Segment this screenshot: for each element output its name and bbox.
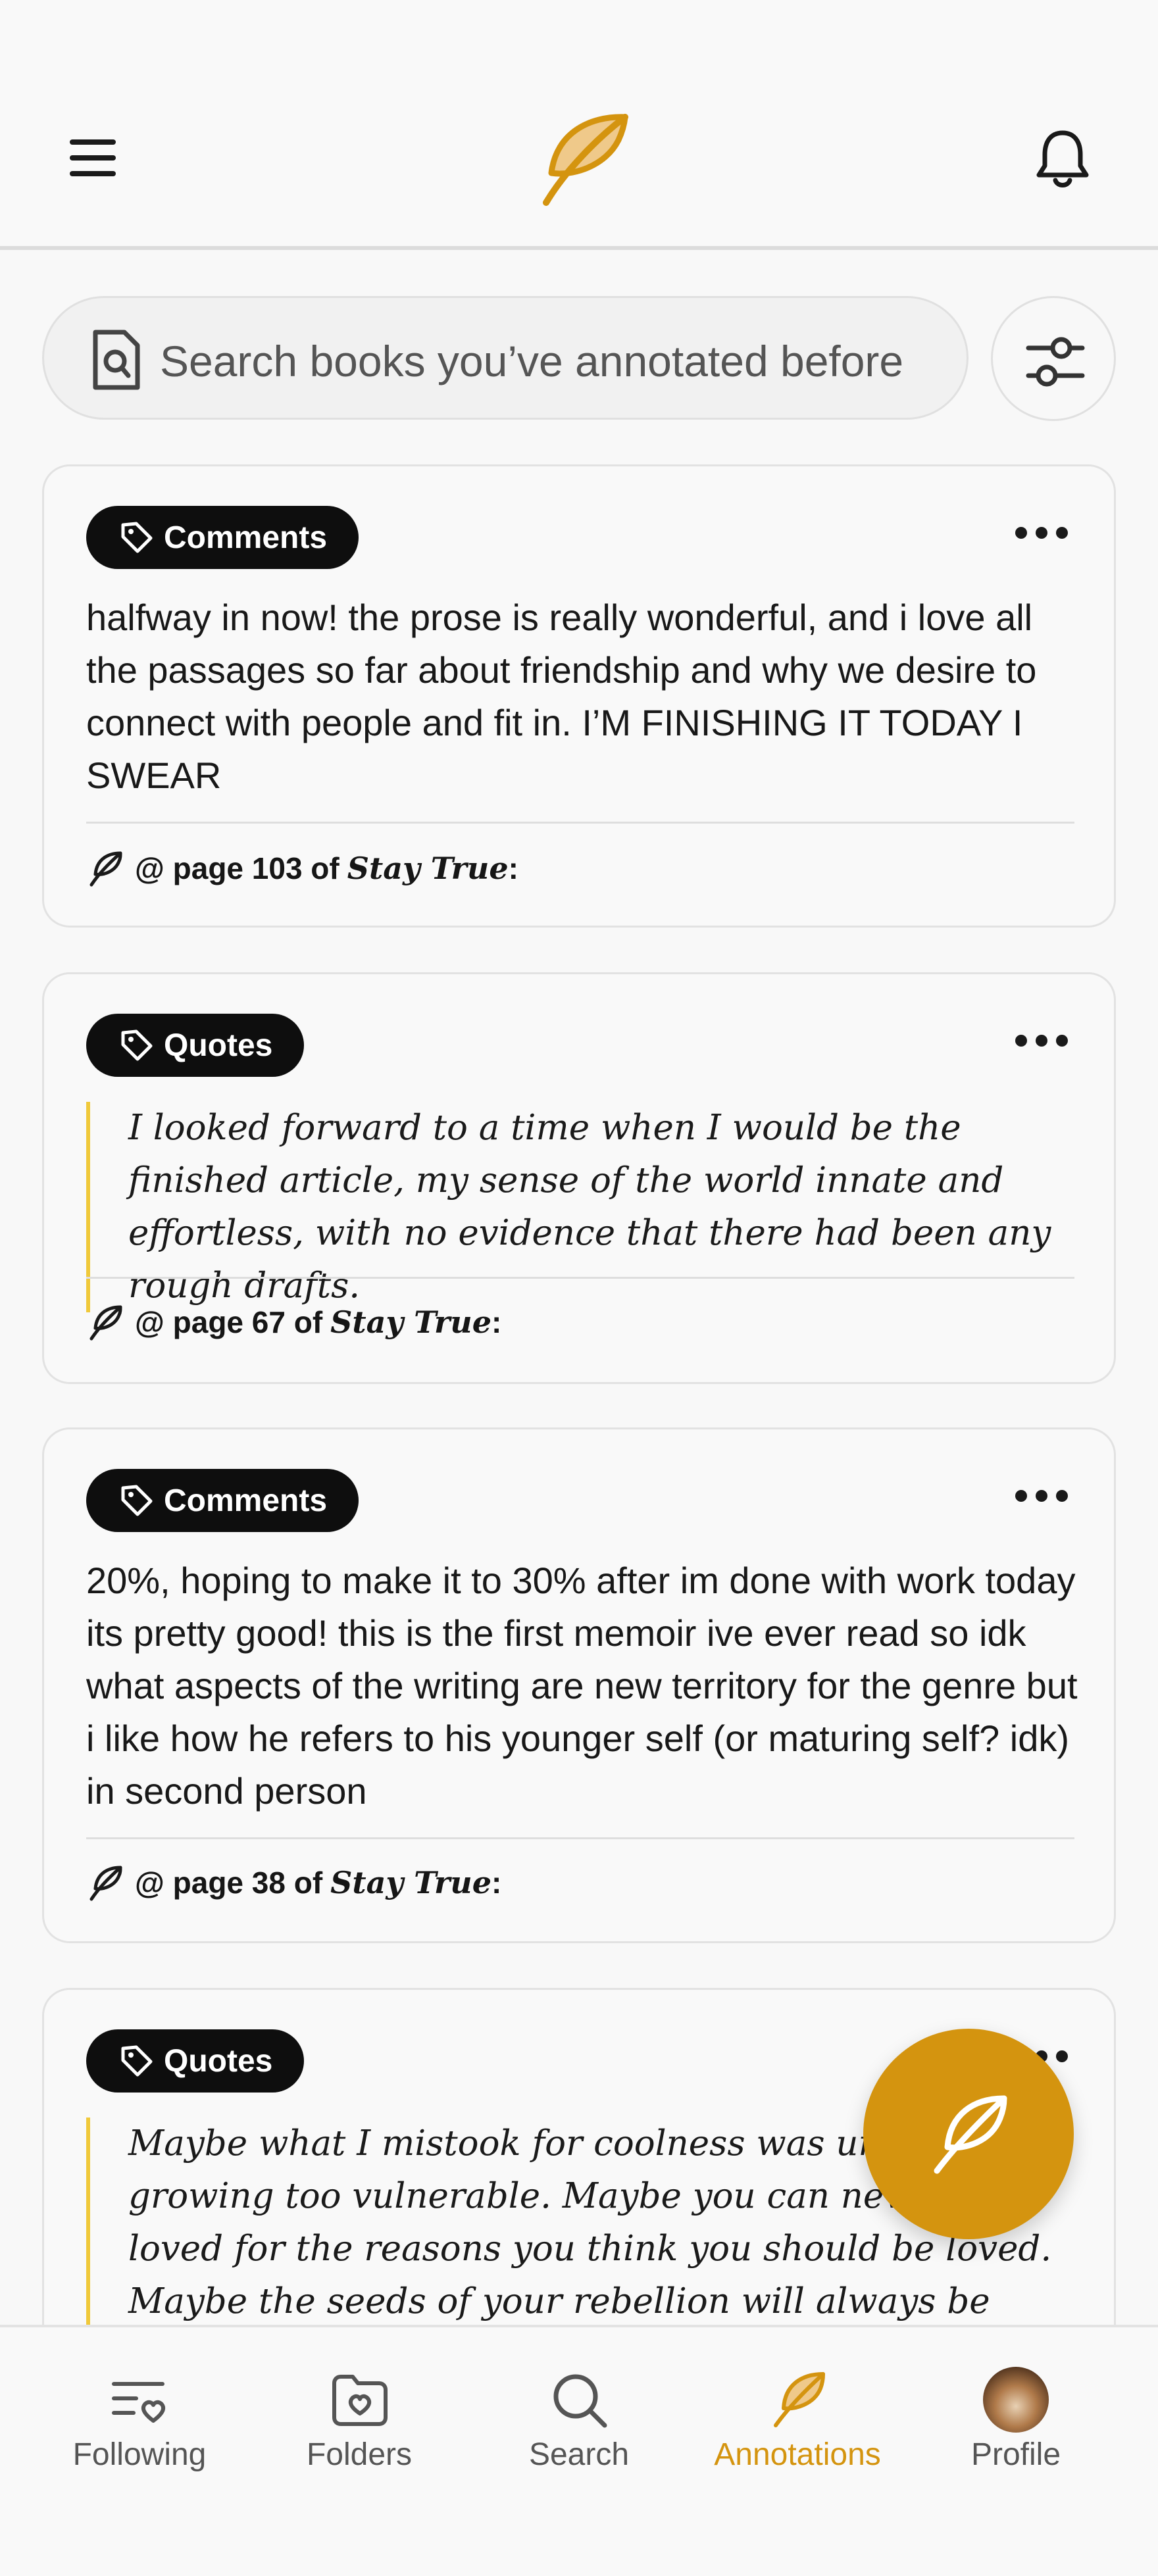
- tag-label: Comments: [164, 520, 328, 555]
- bell-icon[interactable]: [1033, 125, 1092, 191]
- annotation-text: halfway in now! the prose is really wond…: [86, 597, 1037, 796]
- feather-icon: [705, 2367, 890, 2433]
- search-input[interactable]: Search books you’ve annotated before: [160, 336, 903, 386]
- annotation-card[interactable]: Quotes I looked forward to a time when I…: [42, 972, 1116, 1384]
- book-title[interactable]: Stay True: [330, 1304, 491, 1340]
- nav-label: Folders: [306, 2437, 413, 2472]
- hamburger-icon[interactable]: [66, 132, 118, 184]
- feather-icon: [89, 1866, 122, 1901]
- avatar: [983, 2367, 1049, 2433]
- annotation-source[interactable]: @ page 67 of Stay True :: [86, 1303, 501, 1341]
- feather-icon: [89, 1305, 122, 1341]
- nav-search[interactable]: Search: [487, 2367, 671, 2498]
- annotation-card[interactable]: Comments 20%, hoping to make it to 30% a…: [42, 1427, 1116, 1943]
- tag-icon: [121, 2045, 153, 2077]
- search-bar[interactable]: Search books you’ve annotated before: [42, 296, 969, 420]
- divider: [86, 1277, 1074, 1279]
- more-options-icon[interactable]: [1015, 1035, 1068, 1048]
- nav-label: Following: [72, 2437, 207, 2472]
- feather-logo: [526, 111, 632, 209]
- nav-label: Search: [528, 2437, 630, 2472]
- annotation-source[interactable]: @ page 38 of Stay True :: [86, 1864, 501, 1902]
- app-header: [0, 0, 1158, 250]
- tag-label: Quotes: [164, 2043, 273, 2079]
- new-annotation-button[interactable]: [863, 2029, 1074, 2239]
- feather-icon: [89, 851, 122, 887]
- tag-badge[interactable]: Comments: [86, 1469, 359, 1532]
- tag-badge[interactable]: Quotes: [86, 2029, 305, 2093]
- quote-text: I looked forward to a time when I would …: [86, 1102, 1086, 1312]
- search-icon: [487, 2367, 671, 2433]
- tag-badge[interactable]: Comments: [86, 506, 359, 569]
- more-options-icon[interactable]: [1015, 1490, 1068, 1503]
- sliders-icon: [1026, 337, 1085, 387]
- document-search-icon: [90, 328, 143, 391]
- divider: [86, 1837, 1074, 1839]
- nav-profile[interactable]: Profile: [924, 2367, 1108, 2498]
- nav-label: Profile: [970, 2437, 1061, 2472]
- tag-icon: [121, 1485, 153, 1516]
- tag-icon: [121, 522, 153, 553]
- feather-icon: [934, 2095, 1007, 2174]
- divider: [86, 822, 1074, 824]
- tag-icon: [121, 1029, 153, 1061]
- annotation-card[interactable]: Comments halfway in now! the prose is re…: [42, 464, 1116, 928]
- book-title[interactable]: Stay True: [347, 851, 509, 886]
- nav-annotations[interactable]: Annotations: [705, 2367, 890, 2498]
- book-title[interactable]: Stay True: [330, 1865, 491, 1900]
- list-heart-icon: [47, 2367, 232, 2433]
- folder-heart-icon: [267, 2367, 451, 2433]
- nav-following[interactable]: Following: [47, 2367, 232, 2498]
- tag-label: Quotes: [164, 1028, 273, 1063]
- nav-folders[interactable]: Folders: [267, 2367, 451, 2498]
- tag-label: Comments: [164, 1483, 328, 1518]
- tag-badge[interactable]: Quotes: [86, 1014, 305, 1077]
- bottom-nav: Following Folders Search Annotations Pro…: [0, 2325, 1158, 2576]
- nav-label: Annotations: [714, 2437, 881, 2472]
- annotation-text: 20%, hoping to make it to 30% after im d…: [86, 1560, 1078, 1812]
- filter-button[interactable]: [991, 296, 1116, 421]
- annotation-source[interactable]: @ page 103 of Stay True :: [86, 849, 518, 887]
- more-options-icon[interactable]: [1015, 527, 1068, 540]
